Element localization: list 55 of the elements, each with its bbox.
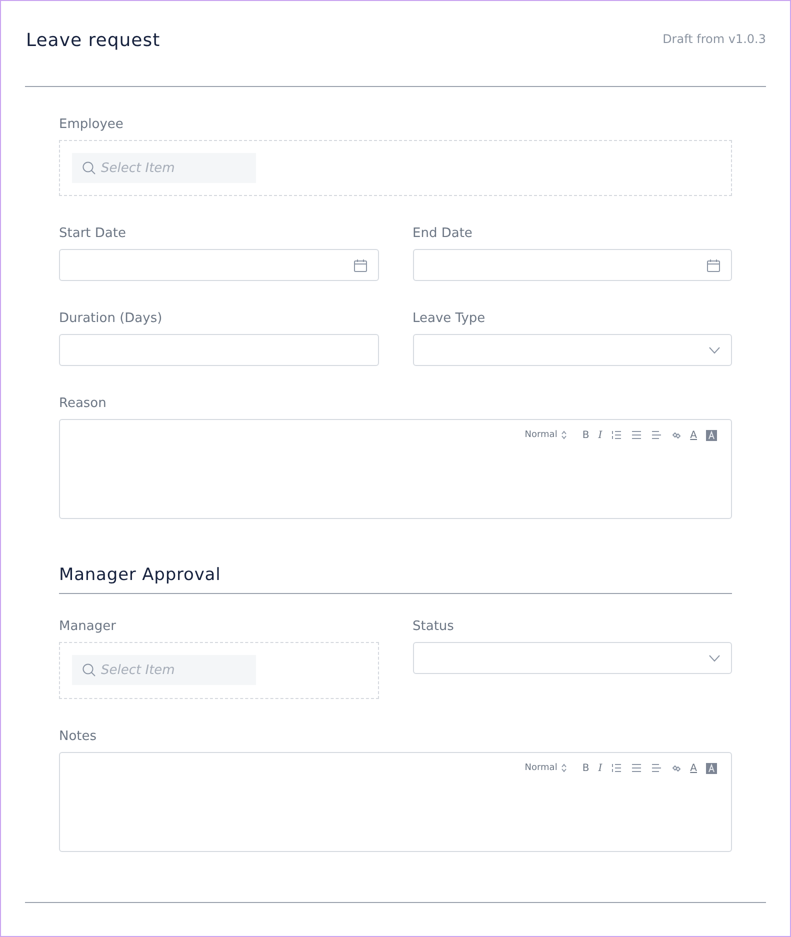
field-label: Leave Type [412, 311, 486, 327]
field-label: Employee [59, 117, 124, 133]
bullet-list-icon [631, 430, 642, 440]
text-color-button[interactable]: A [690, 428, 697, 442]
input-field[interactable] [59, 334, 378, 366]
text-color-button[interactable]: A [690, 761, 697, 775]
date-field[interactable] [412, 249, 732, 281]
calendar-icon [707, 258, 720, 272]
bullet-list-button[interactable] [631, 761, 642, 775]
highlight-icon [706, 430, 717, 440]
ordered-list-icon [611, 430, 622, 440]
section-heading: Manager Approval [59, 565, 222, 585]
field-label: Duration (Days) [59, 311, 164, 327]
align-button[interactable] [651, 761, 662, 775]
updown-icon [561, 430, 568, 440]
bullet-list-icon [631, 763, 642, 773]
format-dropdown[interactable]: Normal [524, 761, 568, 775]
field-label: Manager [59, 619, 117, 635]
chevron-down-icon [709, 346, 720, 354]
ordered-list-icon [611, 763, 622, 773]
field-label: Status [412, 619, 455, 635]
bold-button[interactable]: B [582, 428, 590, 442]
bold-button[interactable]: B [582, 761, 590, 775]
search-icon [82, 663, 96, 677]
text-editor[interactable]: Normal B I A [59, 419, 732, 519]
align-icon [651, 430, 662, 440]
bullet-list-button[interactable] [631, 428, 642, 442]
field-label: Notes [59, 729, 98, 745]
text-editor[interactable]: Normal B I A [59, 752, 732, 852]
select-field[interactable] [412, 334, 732, 366]
search-icon [82, 161, 96, 175]
version-label: Draft from v1.0.3 [662, 31, 766, 46]
align-icon [651, 763, 662, 773]
date-field[interactable] [59, 249, 378, 281]
field-label: End Date [412, 226, 474, 242]
field-label: Reason [59, 396, 108, 412]
search-field[interactable]: Select Item [72, 153, 256, 183]
updown-icon [561, 763, 568, 773]
field-label: Start Date [59, 226, 127, 242]
background-color-button[interactable] [706, 428, 717, 442]
align-button[interactable] [651, 428, 662, 442]
italic-button[interactable]: I [598, 428, 602, 442]
link-icon [671, 430, 682, 440]
calendar-icon [354, 258, 366, 272]
select-field[interactable] [412, 642, 732, 674]
ordered-list-button[interactable] [611, 761, 622, 775]
chevron-down-icon [709, 654, 720, 662]
search-field[interactable]: Select Item [72, 655, 256, 685]
link-icon [671, 763, 682, 773]
background-color-button[interactable] [706, 761, 717, 775]
form-title: Leave request [25, 30, 160, 51]
format-dropdown[interactable]: Normal [524, 428, 568, 442]
highlight-icon [706, 762, 717, 774]
italic-button[interactable]: I [598, 761, 602, 775]
ordered-list-button[interactable] [611, 428, 622, 442]
